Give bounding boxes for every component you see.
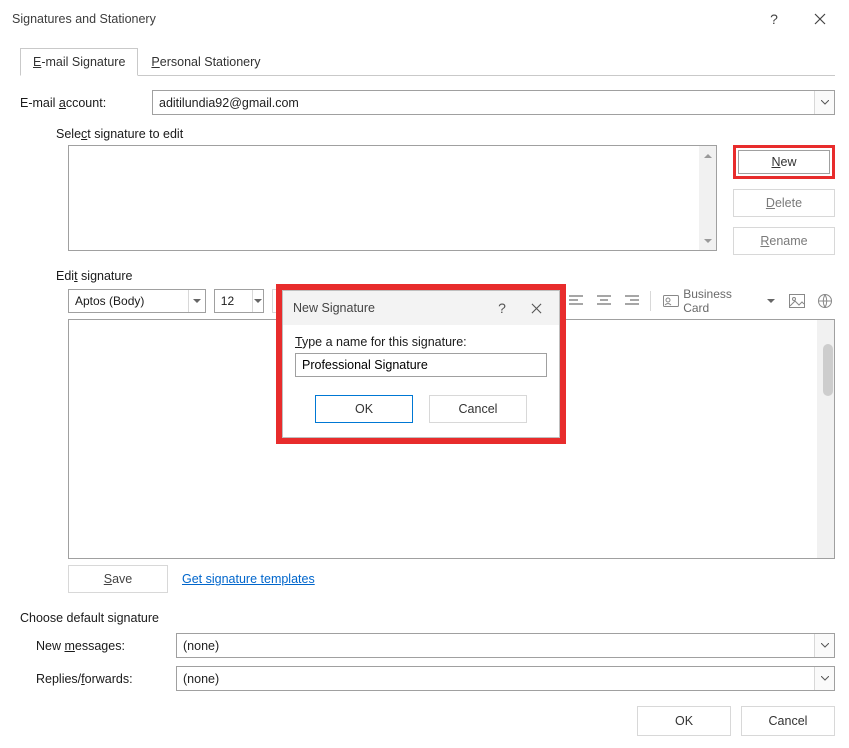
align-left-button[interactable] [566,291,586,311]
replies-row: Replies/forwards: (none) [20,666,835,691]
chevron-down-icon [767,299,775,303]
tab-strip: E-mail Signature Personal Stationery [20,46,274,76]
new-signature-button[interactable]: New [738,150,830,174]
font-name-combo[interactable]: Aptos (Body) [68,289,206,313]
dialog-footer: OK Cancel [637,706,835,736]
business-card-button[interactable]: Business Card [659,290,779,312]
signature-name-input[interactable] [295,353,547,377]
window-title: Signatures and Stationery [12,12,156,26]
new-signature-modal-highlight: New Signature ? Type a name for this sig… [276,284,566,444]
font-name-value: Aptos (Body) [69,294,150,308]
new-messages-label: New messages: [36,639,176,653]
scroll-down-icon[interactable] [699,232,716,250]
align-right-icon [625,295,639,307]
rename-signature-button[interactable]: Rename [733,227,835,255]
font-size-value: 12 [215,294,240,308]
align-center-icon [597,295,611,307]
modal-buttons: OK Cancel [295,395,547,423]
save-row: Save Get signature templates [68,565,835,593]
chevron-down-icon [821,643,829,648]
close-icon [531,303,542,314]
insert-link-button[interactable] [815,291,835,311]
toolbar-separator [650,291,651,311]
modal-title: New Signature [293,301,375,315]
font-size-combo[interactable]: 12 [214,289,264,313]
signatures-dialog: Signatures and Stationery ? E-mail Signa… [0,0,849,748]
new-messages-value: (none) [177,639,225,653]
ok-button[interactable]: OK [637,706,731,736]
insert-picture-button[interactable] [787,291,807,311]
chevron-down-icon [821,676,829,681]
select-signature-label: Select signature to edit [56,127,835,141]
align-left-icon [569,295,583,307]
font-size-dropdown[interactable] [252,290,263,312]
email-account-dropdown[interactable] [814,91,834,114]
edit-signature-label: Edit signature [56,269,835,283]
email-account-label: E-mail account: [20,96,152,110]
email-account-row: E-mail account: aditilundia92@gmail.com [20,90,835,115]
replies-dropdown[interactable] [814,667,834,690]
close-button[interactable] [797,4,843,34]
editor-scroll-thumb[interactable] [823,344,833,396]
new-messages-dropdown[interactable] [814,634,834,657]
font-name-dropdown[interactable] [188,290,205,312]
delete-signature-button[interactable]: Delete [733,189,835,217]
signature-list-row: New Delete Rename [20,145,835,255]
close-icon [814,13,826,25]
modal-help-button[interactable]: ? [485,294,519,322]
help-button[interactable]: ? [751,4,797,34]
align-center-button[interactable] [594,291,614,311]
link-icon [817,293,833,309]
chevron-down-icon [821,100,829,105]
replies-combo[interactable]: (none) [176,666,835,691]
modal-close-button[interactable] [519,294,553,322]
tab-email-signature[interactable]: E-mail Signature [20,48,138,76]
modal-prompt: Type a name for this signature: [295,335,547,349]
modal-cancel-button[interactable]: Cancel [429,395,527,423]
business-card-label: Business Card [683,287,761,315]
new-messages-row: New messages: (none) [20,633,835,658]
tab-personal-stationery[interactable]: Personal Stationery [138,48,273,76]
cancel-button[interactable]: Cancel [741,706,835,736]
chevron-down-icon [254,299,262,303]
replies-value: (none) [177,672,225,686]
signature-listbox[interactable] [68,145,717,251]
save-button[interactable]: Save [68,565,168,593]
help-icon: ? [498,300,506,316]
email-account-combo[interactable]: aditilundia92@gmail.com [152,90,835,115]
title-bar: Signatures and Stationery ? [0,0,849,38]
signature-buttons: New Delete Rename [733,145,835,255]
email-account-value: aditilundia92@gmail.com [153,96,305,110]
business-card-icon [663,295,679,307]
choose-default-label: Choose default signature [20,611,835,625]
modal-body: Type a name for this signature: OK Cance… [283,325,559,437]
listbox-scrollbar[interactable] [699,146,716,250]
new-messages-combo[interactable]: (none) [176,633,835,658]
replies-label: Replies/forwards: [36,672,176,686]
align-right-button[interactable] [622,291,642,311]
help-icon: ? [770,11,778,27]
get-templates-link[interactable]: Get signature templates [182,572,315,586]
picture-icon [789,294,805,308]
modal-titlebar: New Signature ? [283,291,559,325]
chevron-down-icon [193,299,201,303]
modal-ok-button[interactable]: OK [315,395,413,423]
new-button-highlight: New [733,145,835,179]
scroll-up-icon[interactable] [699,146,716,164]
new-signature-modal: New Signature ? Type a name for this sig… [282,290,560,438]
